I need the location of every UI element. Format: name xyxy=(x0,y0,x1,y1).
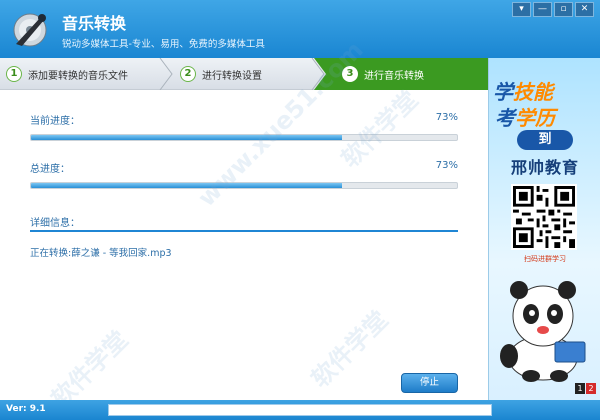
ad-headline-1b: 技能 xyxy=(513,80,553,104)
ad-headline-2a: 考 xyxy=(495,106,515,130)
total-progress-bar xyxy=(30,182,458,189)
status-bar: Ver: 9.1 xyxy=(0,400,600,420)
total-progress-label: 总进度： xyxy=(30,164,70,175)
step-2-number: 2 xyxy=(180,66,196,82)
ad-headline-1: 学技能 xyxy=(493,76,553,105)
step-3-number: 3 xyxy=(342,66,358,82)
ad-headline-2b: 学历 xyxy=(515,106,555,130)
ad-scan-text: 扫码进群学习 xyxy=(524,255,566,263)
ad-pager: 1 2 xyxy=(575,383,596,394)
step-3: 3 进行音乐转换 xyxy=(342,58,424,90)
step-1: 1 添加要转换的音乐文件 xyxy=(6,58,128,90)
panda-mascot-icon xyxy=(500,281,586,382)
step-bar: 1 添加要转换的音乐文件 2 进行转换设置 3 进行音乐转换 xyxy=(0,58,488,90)
ad-headline-2: 考学历 xyxy=(495,102,555,131)
app-subtitle: 锐动多媒体工具-专业、易用、免费的多媒体工具 xyxy=(62,39,265,50)
app-title: 音乐转换 xyxy=(62,14,127,33)
current-progress-percent: 73% xyxy=(435,112,458,123)
ad-page-1[interactable]: 1 xyxy=(575,383,585,394)
title-bar: 音乐转换 锐动多媒体工具-专业、易用、免费的多媒体工具 ▾ — ▫ ✕ xyxy=(0,0,600,58)
detail-divider xyxy=(30,230,458,232)
maximize-button[interactable]: ▫ xyxy=(554,2,573,17)
detail-info-label: 详细信息： xyxy=(30,218,80,229)
version-label: Ver: 9.1 xyxy=(6,404,46,414)
total-progress-percent: 73% xyxy=(435,160,458,171)
current-progress-label: 当前进度： xyxy=(30,116,80,127)
ad-dao-badge: 到 xyxy=(517,130,573,150)
total-progress-fill xyxy=(31,183,342,188)
close-button[interactable]: ✕ xyxy=(575,2,594,17)
ad-page-2[interactable]: 2 xyxy=(586,383,596,394)
step-1-number: 1 xyxy=(6,66,22,82)
ad-headline-1a: 学 xyxy=(493,80,513,104)
menu-dropdown-button[interactable]: ▾ xyxy=(512,2,531,17)
step-3-label: 进行音乐转换 xyxy=(364,70,424,82)
current-progress-fill xyxy=(31,135,342,140)
minimize-button[interactable]: — xyxy=(533,2,552,17)
step-2-label: 进行转换设置 xyxy=(202,70,262,82)
app-logo-icon xyxy=(13,13,47,47)
qr-code-icon xyxy=(511,184,577,250)
stop-button[interactable]: 停止 xyxy=(401,373,458,393)
step-2: 2 进行转换设置 xyxy=(180,58,262,90)
ad-banner[interactable]: 学技能 考学历 到 邢帅教育 扫码进群学习 1 2 xyxy=(488,58,600,400)
ad-brand: 邢帅教育 xyxy=(510,158,579,177)
current-file-text: 正在转换:薛之谦 - 等我回家.mp3 xyxy=(30,248,172,259)
step-1-label: 添加要转换的音乐文件 xyxy=(28,70,128,82)
conversion-panel: 当前进度： 73% 总进度： 73% 详细信息： 正在转换:薛之谦 - 等我回家… xyxy=(0,90,488,400)
window-controls: ▾ — ▫ ✕ xyxy=(512,2,594,17)
current-progress-bar xyxy=(30,134,458,141)
status-field xyxy=(108,404,492,416)
